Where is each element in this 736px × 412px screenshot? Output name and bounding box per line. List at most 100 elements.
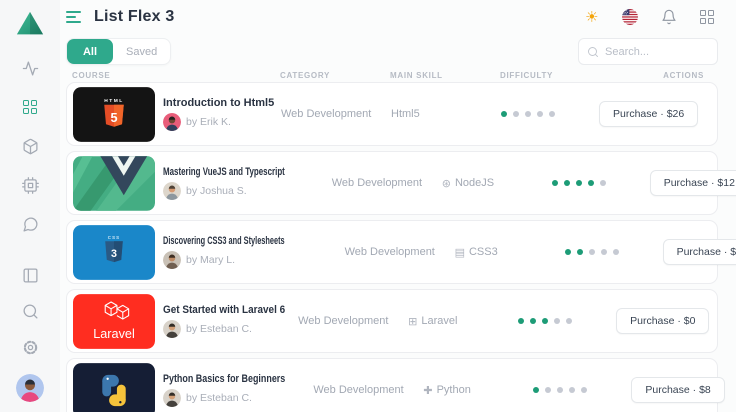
difficulty-rating	[518, 318, 616, 324]
difficulty-dot	[612, 249, 619, 255]
course-author: by Mary L.	[186, 254, 236, 266]
author-avatar	[163, 320, 181, 338]
purchase-button[interactable]: Purchase · $26	[599, 101, 699, 127]
user-avatar[interactable]	[16, 374, 44, 402]
tab-saved[interactable]: Saved	[113, 39, 170, 64]
vuejs-thumbnail	[73, 155, 155, 211]
course-title: Python Basics for Beginners	[163, 373, 286, 385]
sidebar-item-settings[interactable]	[21, 338, 39, 356]
difficulty-dot	[575, 180, 582, 186]
difficulty-dot	[569, 387, 576, 393]
column-difficulty: DIFFICULTY	[500, 71, 554, 80]
menu-toggle-icon[interactable]	[66, 10, 81, 24]
laravel-thumbnail: Laravel	[73, 293, 155, 349]
difficulty-dot	[600, 249, 607, 255]
sidebar-item-packages[interactable]	[21, 137, 39, 155]
purchase-button[interactable]: Purchase · $0	[616, 308, 710, 334]
css3-thumbnail: CSS 3	[73, 224, 155, 280]
difficulty-dot	[566, 318, 573, 324]
sidebar-item-panels[interactable]	[21, 266, 39, 284]
page-title: List Flex 3	[94, 8, 175, 25]
svg-text:CSS: CSS	[108, 234, 121, 239]
course-author: by Erik K.	[186, 116, 231, 128]
course-author: by Joshua S.	[186, 185, 247, 197]
dashboard-grid-icon	[22, 99, 38, 115]
tab-all[interactable]: All	[67, 39, 113, 64]
search-icon	[588, 46, 598, 57]
python-icon: ✚	[423, 383, 433, 397]
author-avatar	[163, 389, 181, 407]
column-course: COURSE	[72, 71, 111, 80]
difficulty-dot	[588, 249, 595, 255]
css3-icon: ▤	[454, 245, 465, 259]
course-category: Web Development	[298, 315, 389, 327]
difficulty-dot	[513, 111, 519, 117]
sidebar-nav	[21, 59, 39, 233]
course-title: Get Started with Laravel 6	[163, 304, 286, 316]
theme-sun-icon[interactable]: ☀	[585, 9, 598, 25]
difficulty-dot	[564, 249, 571, 255]
sidebar-item-activity[interactable]	[21, 59, 39, 77]
course-category: Web Development	[313, 384, 404, 396]
author-avatar	[163, 113, 181, 131]
html5-thumbnail: HTML 5	[73, 86, 155, 142]
language-flag-icon[interactable]	[621, 9, 638, 25]
course-author: by Esteban C.	[186, 392, 252, 404]
apps-grid-icon[interactable]	[699, 9, 714, 25]
brand-logo[interactable]	[15, 10, 45, 37]
sidebar-item-dashboard[interactable]	[21, 98, 39, 116]
course-category: Web Development	[331, 177, 423, 189]
notifications-bell-icon[interactable]	[661, 9, 677, 25]
difficulty-dot	[576, 249, 583, 255]
course-skill: NodeJS	[454, 177, 495, 189]
difficulty-dot	[525, 111, 531, 117]
python-thumbnail	[73, 362, 155, 412]
toolbar: All Saved	[66, 38, 718, 65]
nodejs-icon: ⊛	[441, 176, 451, 190]
difficulty-dot	[563, 180, 570, 186]
course-skill: Laravel	[421, 315, 458, 327]
difficulty-dot	[557, 387, 564, 393]
sidebar-item-integrations[interactable]	[21, 176, 39, 194]
course-title: Introduction to Html5	[163, 97, 275, 109]
course-row[interactable]: Mastering VueJS and Typescript by Joshua…	[66, 151, 736, 215]
sidebar-item-search[interactable]	[21, 302, 39, 320]
course-author: by Esteban C.	[186, 323, 252, 335]
difficulty-dot	[551, 180, 558, 186]
course-table-body: HTML 5 Introduction to Html5 by Erik K. …	[66, 82, 736, 412]
purchase-button[interactable]: Purchase · $12	[649, 170, 736, 196]
svg-text:HTML: HTML	[104, 97, 123, 103]
laravel-icon: ⊞	[408, 314, 418, 328]
course-skill: CSS3	[468, 246, 498, 258]
column-actions: ACTIONS	[663, 71, 704, 80]
difficulty-dot	[581, 387, 588, 393]
search-box	[578, 38, 718, 65]
difficulty-dot	[542, 318, 549, 324]
header-actions: ☀	[585, 9, 718, 25]
difficulty-dot	[554, 318, 561, 324]
difficulty-rating	[564, 249, 663, 255]
author-avatar	[163, 251, 181, 269]
course-title: Discovering CSS3 and Stylesheets	[163, 235, 285, 247]
difficulty-dot	[537, 111, 543, 117]
difficulty-dot	[518, 318, 525, 324]
purchase-button[interactable]: Purchase · $16	[662, 239, 736, 265]
course-category: Web Development	[344, 246, 435, 258]
difficulty-rating	[551, 180, 650, 186]
difficulty-dot	[533, 387, 540, 393]
sidebar-bottom	[16, 266, 44, 402]
course-row[interactable]: HTML 5 Introduction to Html5 by Erik K. …	[66, 82, 718, 146]
difficulty-dot	[501, 111, 507, 117]
sidebar-item-messages[interactable]	[21, 215, 39, 233]
search-input[interactable]	[605, 45, 709, 58]
column-category: CATEGORY	[280, 71, 331, 80]
purchase-button[interactable]: Purchase · $8	[631, 377, 725, 403]
author-avatar	[163, 182, 181, 200]
svg-text:5: 5	[110, 110, 117, 124]
course-category: Web Development	[281, 108, 372, 120]
difficulty-rating	[533, 387, 631, 393]
course-row[interactable]: Laravel Get Started with Laravel 6 by Es…	[66, 289, 718, 353]
course-row[interactable]: CSS 3 Discovering CSS3 and Stylesheets b…	[66, 220, 736, 284]
column-main-skill: MAIN SKILL	[390, 71, 443, 80]
course-row[interactable]: Python Basics for Beginners by Esteban C…	[66, 358, 725, 412]
